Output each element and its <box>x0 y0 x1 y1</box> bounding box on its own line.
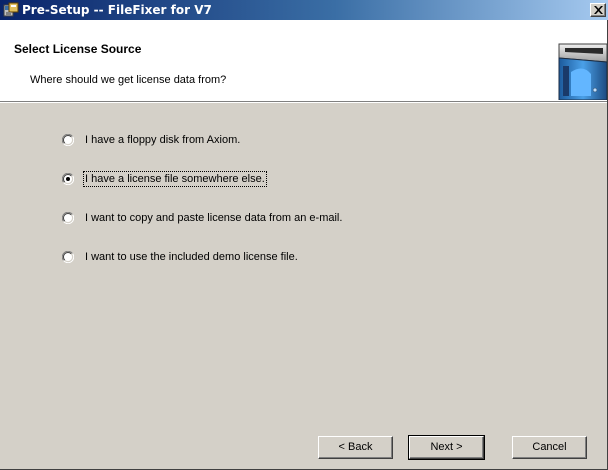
setup-dialog: Pre-Setup -- FileFixer for V7 Select Lic… <box>0 0 608 470</box>
radio-button[interactable] <box>62 212 74 224</box>
cancel-button[interactable]: Cancel <box>512 436 587 459</box>
next-button[interactable]: Next > <box>408 435 485 460</box>
back-button[interactable]: < Back <box>318 436 393 459</box>
option-label: I want to copy and paste license data fr… <box>85 212 343 224</box>
computer-graphic-icon <box>551 42 608 101</box>
option-label: I want to use the included demo license … <box>85 251 298 263</box>
title-bar[interactable]: Pre-Setup -- FileFixer for V7 <box>0 0 608 20</box>
radio-button[interactable] <box>62 134 74 146</box>
option-label: I have a license file somewhere else. <box>83 171 267 187</box>
option-demo-license[interactable]: I want to use the included demo license … <box>62 249 299 265</box>
page-title: Select License Source <box>14 42 142 56</box>
option-floppy[interactable]: I have a floppy disk from Axiom. <box>62 132 241 148</box>
page-subtitle: Where should we get license data from? <box>30 74 227 86</box>
header-divider-highlight <box>0 102 607 103</box>
window-title: Pre-Setup -- FileFixer for V7 <box>22 3 212 17</box>
option-copy-paste-email[interactable]: I want to copy and paste license data fr… <box>62 210 343 226</box>
option-label: I have a floppy disk from Axiom. <box>85 134 241 146</box>
close-button[interactable] <box>590 3 606 17</box>
radio-button[interactable] <box>62 251 74 263</box>
app-icon <box>3 2 19 18</box>
wizard-header: Select License Source Where should we ge… <box>0 20 608 101</box>
close-icon <box>594 6 603 14</box>
option-license-file[interactable]: I have a license file somewhere else. <box>62 171 267 187</box>
radio-button-selected[interactable] <box>62 173 74 185</box>
